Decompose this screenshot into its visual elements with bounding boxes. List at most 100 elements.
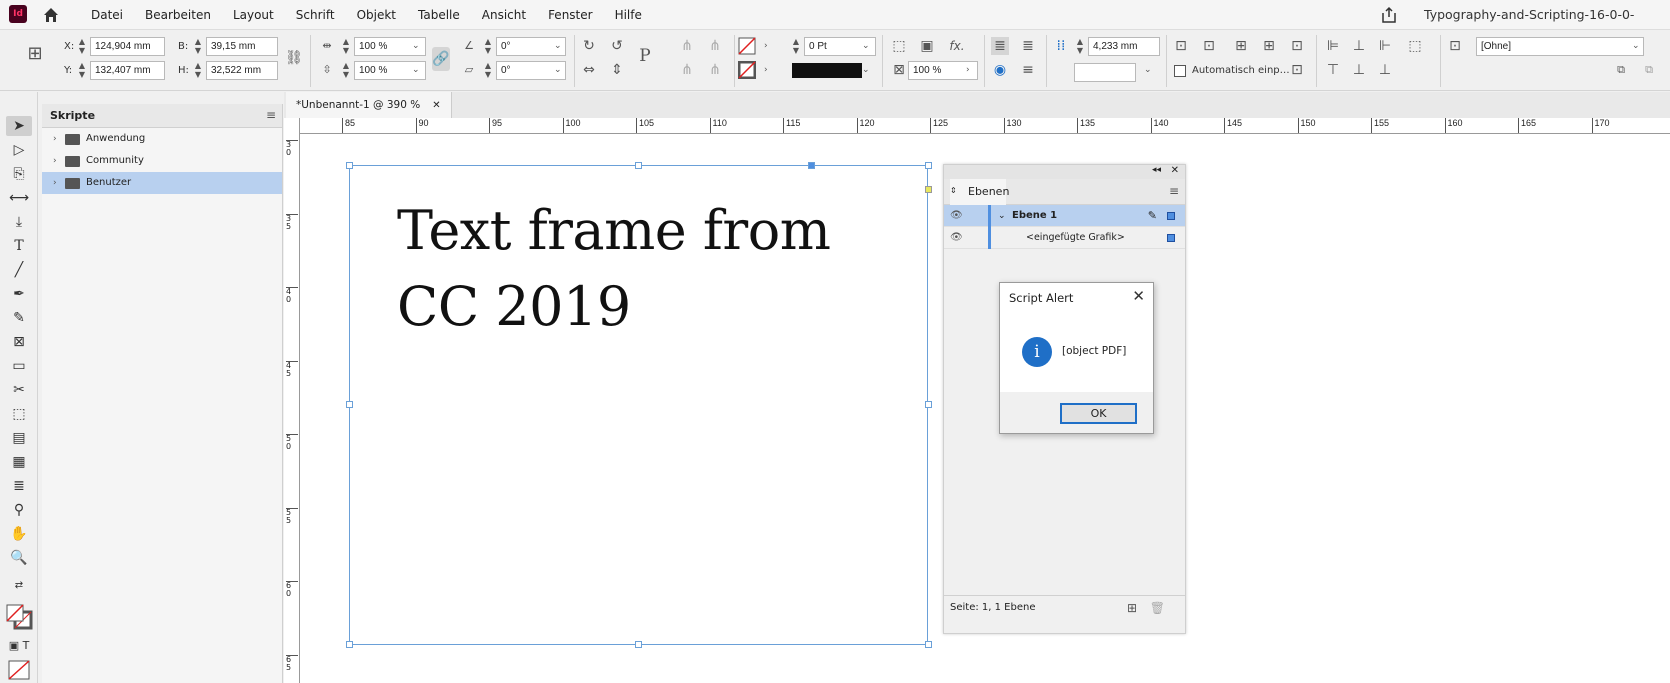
script-folder-anwendung[interactable]: › Anwendung [42,128,282,150]
distribute-icon[interactable]: ⋔ [706,37,724,55]
live-corner-handle[interactable] [925,186,932,193]
hand-tool-icon[interactable]: ✋ [6,524,32,544]
home-icon[interactable] [42,6,60,24]
y-stepper[interactable]: ▲ ▼ [76,61,88,80]
selection-tool-icon[interactable]: ➤ [6,116,32,136]
fit-proportional-icon[interactable]: ⊞ [1232,37,1250,55]
collapse-icon[interactable]: ◂◂ [1152,165,1161,175]
drop-shadow-icon[interactable]: ▣ [918,37,936,55]
chevron-right-icon[interactable]: › [53,172,57,194]
flip-vertical-icon[interactable]: ⇕ [608,61,626,79]
ok-button[interactable]: OK [1060,403,1137,424]
panel-options-icon[interactable]: ⧉ [1640,61,1658,79]
rotate-cw-icon[interactable]: ↻ [580,37,598,55]
fit-content-icon[interactable]: ⊡ [1172,37,1190,55]
fill-proportional-icon[interactable]: ⊞ [1260,37,1278,55]
chain-link-icon[interactable]: 🔗 [432,47,450,71]
trash-icon[interactable]: 🗑 [1150,596,1165,620]
frame-handle[interactable] [346,401,353,408]
chevron-right-icon[interactable]: › [966,65,970,75]
script-folder-benutzer[interactable]: › Benutzer [42,172,282,194]
formatting-affects-container-icon[interactable]: ▣ T [6,636,32,656]
fit-options-icon[interactable]: ⊡ [1288,61,1306,79]
content-collector-icon[interactable]: ⤓ [6,212,32,232]
frame-handle[interactable] [346,641,353,648]
gradient-feather-tool-icon[interactable]: ▦ [6,452,32,472]
layer-row[interactable]: 👁 ⌄ Ebene 1 ✎ [944,205,1185,227]
text-frame-p-icon[interactable]: P [636,47,654,65]
flip-horizontal-icon[interactable]: ⇔ [580,61,598,79]
frame-handle[interactable] [635,641,642,648]
effects-fx-icon[interactable]: fx. [948,37,966,55]
corner-options-icon[interactable]: ⬚ [890,37,908,55]
text-wrap-none-icon[interactable]: ≣ [991,37,1009,55]
distribute-icon[interactable]: ⋔ [706,61,724,79]
align-top-icon[interactable]: ⊤ [1324,61,1342,79]
zoom-tool-icon[interactable]: 🔍 [6,548,32,568]
scale-x-stepper[interactable]: ▲ ▼ [340,37,352,56]
text-wrap-bbox-icon[interactable]: ≣ [1019,37,1037,55]
visibility-eye-icon[interactable]: 👁 [950,227,963,249]
spacing-field[interactable]: 4,233 mm [1088,37,1160,56]
align-center-h-icon[interactable]: ⊥ [1350,37,1368,55]
close-icon[interactable]: ✕ [1132,287,1145,305]
share-icon[interactable] [1380,6,1398,24]
frame-fitting-field[interactable] [1074,63,1136,82]
free-transform-tool-icon[interactable]: ⬚ [6,404,32,424]
stroke-none-swatch-icon[interactable] [738,61,756,79]
width-field[interactable]: 39,15 mm [206,37,278,56]
align-left-icon[interactable]: ⊫ [1324,37,1342,55]
menu-fenster[interactable]: Fenster [537,0,604,30]
constrain-link-icon[interactable]: ⛓ [285,49,303,67]
chevron-down-icon[interactable]: ⌄ [1632,41,1640,51]
align-to-selection-icon[interactable]: ⬚ [1406,37,1424,55]
chevron-down-icon[interactable]: ⌄ [1144,65,1152,75]
shear-stepper[interactable]: ▲ ▼ [482,61,494,80]
type-tool-icon[interactable]: T [6,236,32,256]
fill-none-swatch-icon[interactable] [738,37,756,55]
rectangle-tool-icon[interactable]: ▭ [6,356,32,376]
line-tool-icon[interactable]: ╱ [6,260,32,280]
menu-tabelle[interactable]: Tabelle [407,0,471,30]
frame-handle[interactable] [346,162,353,169]
text-wrap-shape-icon[interactable]: ◉ [991,61,1009,79]
rectangle-frame-tool-icon[interactable]: ⊠ [6,332,32,352]
chevron-down-icon[interactable]: ⌄ [862,41,870,51]
auto-fit-checkbox[interactable] [1174,65,1186,77]
x-field[interactable]: 124,904 mm [90,37,165,56]
chevron-down-icon[interactable]: ⌄ [554,41,562,51]
align-center-v-icon[interactable]: ⊥ [1350,61,1368,79]
chevron-down-icon[interactable]: ⌄ [554,65,562,75]
chevron-down-icon[interactable]: ⌄ [412,65,420,75]
y-field[interactable]: 132,407 mm [90,61,165,80]
pen-tool-icon[interactable]: ✒ [6,284,32,304]
chevron-down-icon[interactable]: ⌄ [412,41,420,51]
chevron-down-icon[interactable]: ⌄ [998,205,1006,227]
layers-tab[interactable]: Ebenen [950,179,1009,205]
gradient-swatch-tool-icon[interactable]: ▤ [6,428,32,448]
frame-in-port-handle[interactable] [808,162,815,169]
close-icon[interactable]: ✕ [432,100,440,111]
new-layer-icon[interactable]: ⊞ [1127,596,1137,620]
width-stepper[interactable]: ▲ ▼ [192,37,204,56]
gap-tool-icon[interactable]: ⟷ [6,188,32,208]
menu-layout[interactable]: Layout [222,0,285,30]
align-bottom-icon[interactable]: ⊥ [1376,61,1394,79]
frame-handle[interactable] [925,162,932,169]
distribute-icon[interactable]: ⋔ [678,61,696,79]
visibility-eye-icon[interactable]: 👁 [950,205,963,227]
fit-frame-icon[interactable]: ⊡ [1200,37,1218,55]
eyedropper-tool-icon[interactable]: ⚲ [6,500,32,520]
stroke-weight-stepper[interactable]: ▲ ▼ [790,37,802,56]
document-tab[interactable]: *Unbenannt-1 @ 390 % ✕ [286,92,452,118]
page-tool-icon[interactable]: ⎘ [6,164,32,184]
chevron-right-icon[interactable]: › [53,128,57,150]
menu-objekt[interactable]: Objekt [346,0,407,30]
stroke-type-preview[interactable] [792,63,862,78]
pencil-tool-icon[interactable]: ✎ [6,308,32,328]
chevron-right-icon[interactable]: › [764,65,768,75]
scale-y-stepper[interactable]: ▲ ▼ [340,61,352,80]
fill-stroke-swatch-icon[interactable] [6,604,34,630]
menu-datei[interactable]: Datei [80,0,134,30]
panel-menu-icon[interactable]: ≡ [266,108,276,122]
